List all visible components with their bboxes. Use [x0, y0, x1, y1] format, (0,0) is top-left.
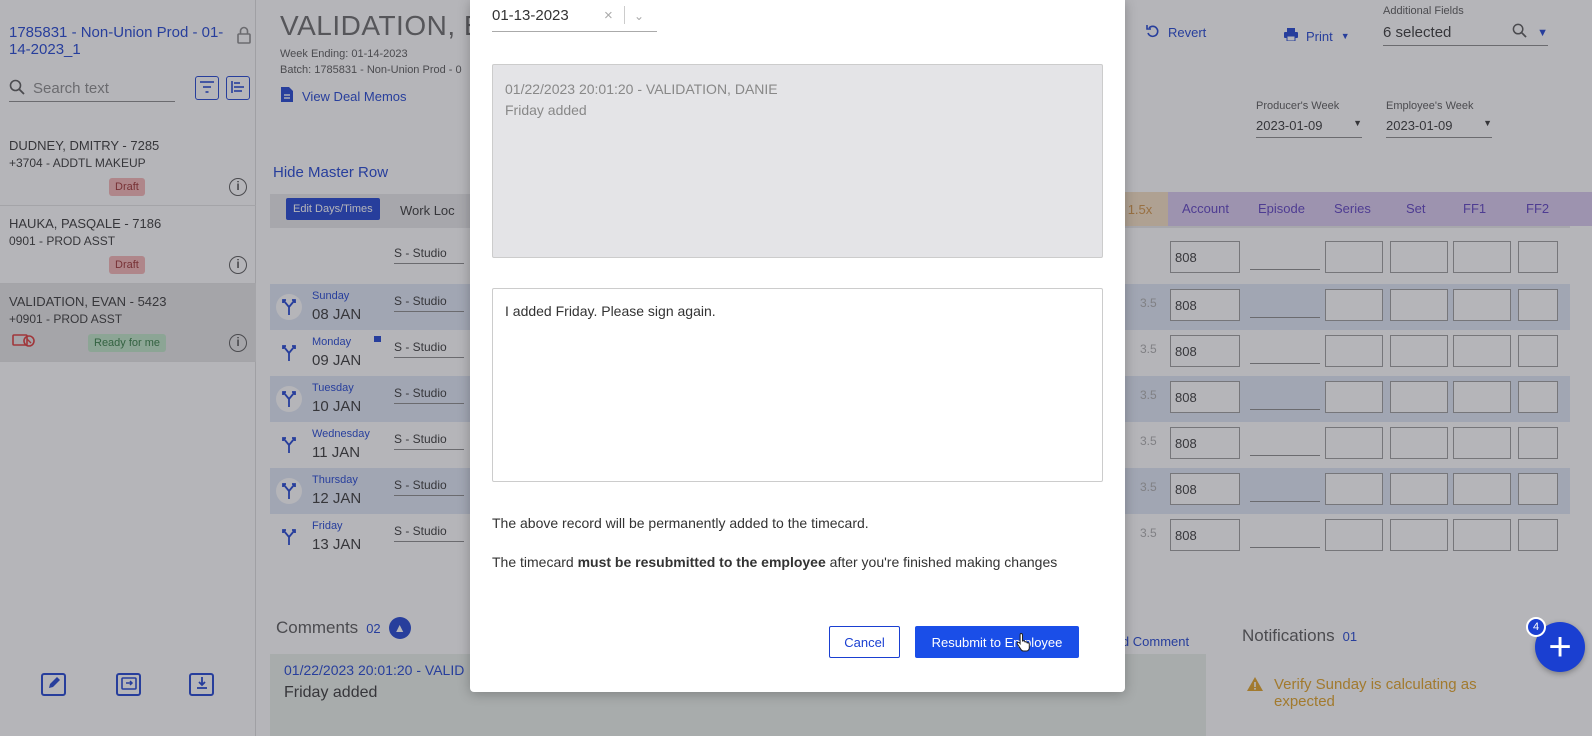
- clear-icon[interactable]: ×: [604, 7, 613, 24]
- select-divider: [624, 6, 625, 24]
- comment-history: 01/22/2023 20:01:20 - VALIDATION, DANIE …: [492, 64, 1103, 258]
- chevron-down-icon[interactable]: ⌄: [634, 9, 644, 23]
- resubmit-to-employee-button[interactable]: Resubmit to Employee: [915, 626, 1079, 658]
- history-header: 01/22/2023 20:01:20 - VALIDATION, DANIE: [505, 81, 778, 97]
- resubmit-note: The timecard must be resubmitted to the …: [492, 554, 1058, 570]
- permanent-record-note: The above record will be permanently add…: [492, 515, 869, 531]
- hand-cursor-icon: [1015, 632, 1033, 652]
- history-text: Friday added: [505, 102, 587, 118]
- cancel-button[interactable]: Cancel: [829, 626, 900, 658]
- add-comment-dialog: 01-13-2023 × ⌄ 01/22/2023 20:01:20 - VAL…: [470, 0, 1125, 692]
- comment-textarea[interactable]: [492, 288, 1103, 482]
- date-select[interactable]: 01-13-2023 × ⌄: [492, 0, 657, 32]
- fab-count-badge: 4: [1526, 617, 1546, 637]
- date-value: 01-13-2023: [492, 7, 569, 24]
